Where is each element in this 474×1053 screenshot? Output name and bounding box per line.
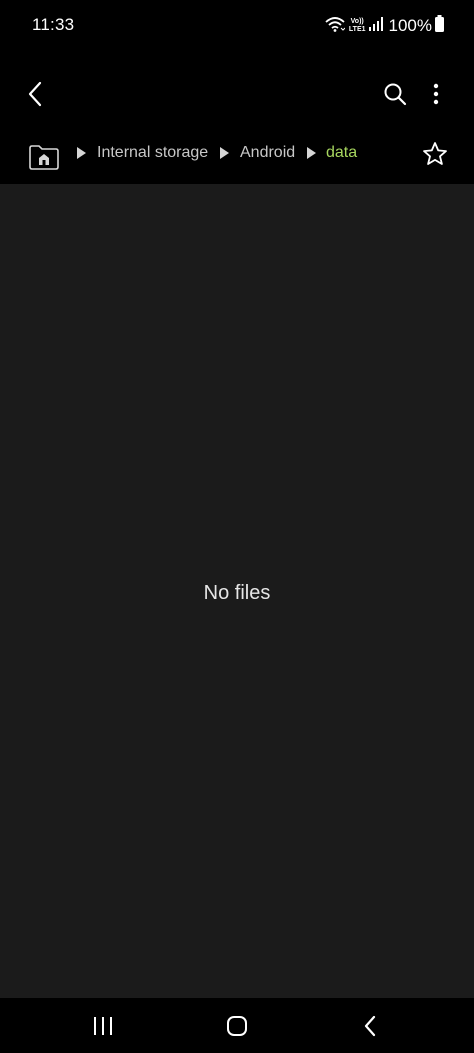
status-time: 11:33: [32, 15, 75, 34]
breadcrumb-item-data[interactable]: data: [326, 144, 357, 162]
recents-button[interactable]: [83, 1006, 123, 1046]
breadcrumb: Internal storage Android data: [0, 136, 474, 184]
home-folder-icon: [29, 145, 59, 170]
back-button[interactable]: [14, 72, 58, 116]
breadcrumb-item-android[interactable]: Android: [240, 144, 295, 162]
recents-icon: [94, 1017, 112, 1035]
breadcrumb-separator-icon: [307, 147, 316, 159]
volte-indicator: Vo)) LTE1: [349, 18, 366, 34]
status-bar: 11:33 Vo)) LTE1 100%: [0, 0, 474, 52]
search-icon: [384, 83, 407, 106]
breadcrumb-separator-icon: [77, 147, 86, 159]
navigation-bar: [0, 998, 474, 1053]
search-button[interactable]: [373, 72, 417, 116]
empty-state-message: No files: [203, 582, 271, 604]
back-icon: [364, 1015, 376, 1037]
home-button[interactable]: [217, 1006, 257, 1046]
system-back-button[interactable]: [350, 1006, 390, 1046]
status-icons: Vo)) LTE1 100%: [325, 14, 444, 38]
app-bar: [0, 52, 474, 136]
favorite-button[interactable]: [422, 141, 450, 169]
battery-percent: 100%: [388, 16, 432, 35]
volte-top-label: Vo)): [350, 18, 364, 25]
file-list-area[interactable]: No files: [0, 184, 474, 998]
more-vert-icon: [433, 83, 439, 105]
star-icon: [423, 142, 447, 165]
battery-icon: [435, 15, 444, 37]
more-options-button[interactable]: [414, 72, 458, 116]
volte-bottom-label: LTE1: [348, 26, 366, 33]
home-folder-button[interactable]: [28, 141, 60, 173]
signal-icon: [368, 16, 383, 36]
breadcrumb-item-internal-storage[interactable]: Internal storage: [97, 144, 208, 162]
home-icon: [227, 1016, 247, 1036]
breadcrumb-separator-icon: [220, 147, 229, 159]
wifi-icon: [325, 16, 346, 37]
chevron-left-icon: [28, 81, 42, 107]
